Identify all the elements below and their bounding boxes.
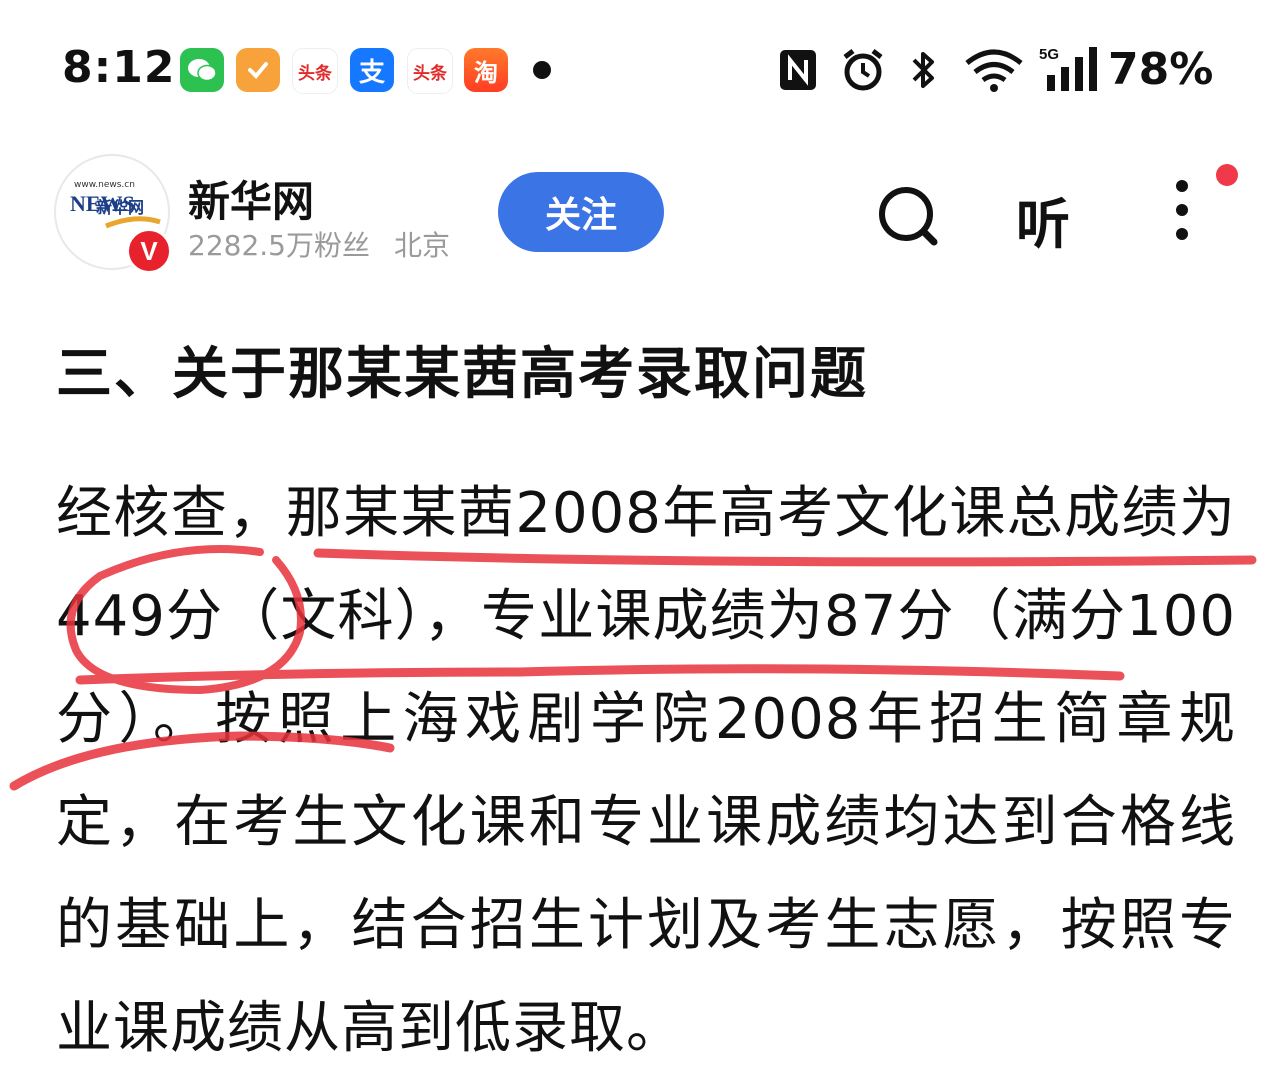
status-bar: 8:12 头条 支 头条 淘 5G 78% xyxy=(0,0,1280,140)
account-name[interactable]: 新华网 xyxy=(188,168,314,229)
battery-level: 78% xyxy=(1108,44,1214,95)
article-body: 三、关于那某某茜高考录取问题 经核查，那某某茜2008年高考文化课总成绩为449… xyxy=(56,330,1236,1080)
article-paragraph: 经核查，那某某茜2008年高考文化课总成绩为449分（文科），专业课成绩为87分… xyxy=(56,481,1236,1061)
account-header: www.news.cn NEWS 新华网 新华网 2282.5万粉丝 北京 关注 … xyxy=(0,140,1280,280)
alarm-icon xyxy=(838,44,888,96)
wechat-icon xyxy=(180,48,224,92)
follow-button[interactable]: 关注 xyxy=(498,172,664,252)
toutiao-icon: 头条 xyxy=(292,48,338,94)
app-orange-icon xyxy=(236,48,280,92)
bluetooth-icon xyxy=(903,44,943,96)
avatar-cn-text: 新华网 xyxy=(96,198,145,217)
more-notifications-dot-icon xyxy=(533,61,551,79)
nfc-icon xyxy=(776,44,820,96)
more-menu-button[interactable] xyxy=(1160,176,1204,256)
alipay-icon: 支 xyxy=(350,48,394,92)
article-heading: 三、关于那某某茜高考录取问题 xyxy=(56,342,868,407)
taobao-icon: 淘 xyxy=(464,48,508,92)
listen-button[interactable]: 听 xyxy=(1016,180,1070,259)
follower-count: 2282.5万粉丝 xyxy=(188,229,370,262)
cellular-signal-icon: 5G xyxy=(1036,44,1106,96)
search-icon xyxy=(879,187,938,246)
notification-dot-icon xyxy=(1216,164,1238,186)
account-meta: 2282.5万粉丝 北京 xyxy=(188,224,450,264)
toutiao-icon: 头条 xyxy=(407,48,453,94)
location: 北京 xyxy=(393,229,450,262)
wifi-icon xyxy=(962,44,1026,96)
search-button[interactable] xyxy=(872,180,944,252)
more-vertical-icon xyxy=(1176,180,1188,240)
verified-badge-icon: V xyxy=(126,228,172,274)
clock: 8:12 xyxy=(62,42,176,93)
svg-text:5G: 5G xyxy=(1039,46,1059,63)
